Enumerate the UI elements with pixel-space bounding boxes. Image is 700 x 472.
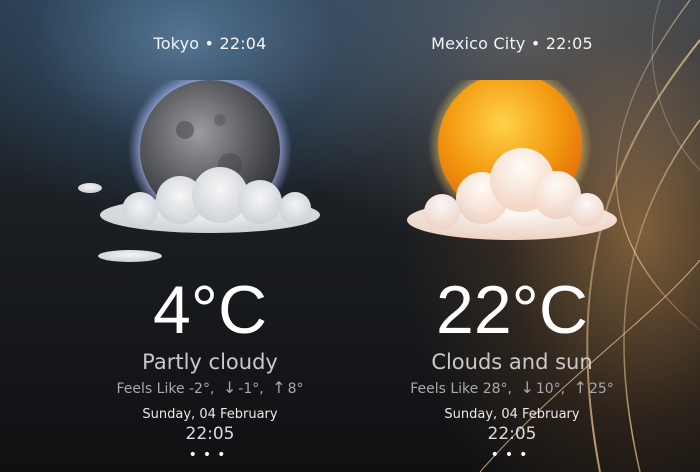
date-label: Sunday, 04 February <box>142 407 278 422</box>
feels-like-label: Feels Like -2°, <box>116 381 215 397</box>
high-temp: 25° <box>588 381 614 397</box>
weather-card-tokyo[interactable]: Tokyo • 22:04 4°C Partly cloudy Feels Li… <box>60 0 360 472</box>
feels-like-label: Feels Like 28°, <box>410 381 512 397</box>
low-temp-arrow-icon: ↓ <box>222 378 237 397</box>
condition-text: Partly cloudy <box>142 350 278 374</box>
moon-behind-cloud-icon <box>60 68 360 280</box>
location-time: Tokyo • 22:04 <box>153 34 267 53</box>
location-time: Mexico City • 22:05 <box>431 34 593 53</box>
low-temp-arrow-icon: ↓ <box>520 378 534 397</box>
feels-like-row: Feels Like -2°, ↓ -1°, ↑ 8° <box>60 378 360 397</box>
low-temp: -1°, <box>238 381 264 397</box>
high-temp-arrow-icon: ↑ <box>272 378 286 397</box>
high-temp: 8° <box>287 381 304 397</box>
more-options-button[interactable]: ••• <box>362 447 662 463</box>
date-label: Sunday, 04 February <box>444 407 580 422</box>
condition-text: Clouds and sun <box>431 350 593 374</box>
clock-time: 22:05 <box>185 424 235 444</box>
high-temp-arrow-icon: ↑ <box>573 378 587 397</box>
more-options-button[interactable]: ••• <box>60 447 360 463</box>
clock-time: 22:05 <box>487 424 537 444</box>
feels-like-row: Feels Like 28°, ↓ 10°, ↑ 25° <box>362 378 662 397</box>
temperature: 22°C <box>436 272 588 348</box>
weather-card-mexico-city[interactable]: Mexico City • 22:05 22°C Clouds and sun … <box>362 0 662 472</box>
temperature: 4°C <box>152 272 268 348</box>
low-temp: 10°, <box>535 381 566 397</box>
sun-behind-cloud-icon <box>362 63 662 280</box>
